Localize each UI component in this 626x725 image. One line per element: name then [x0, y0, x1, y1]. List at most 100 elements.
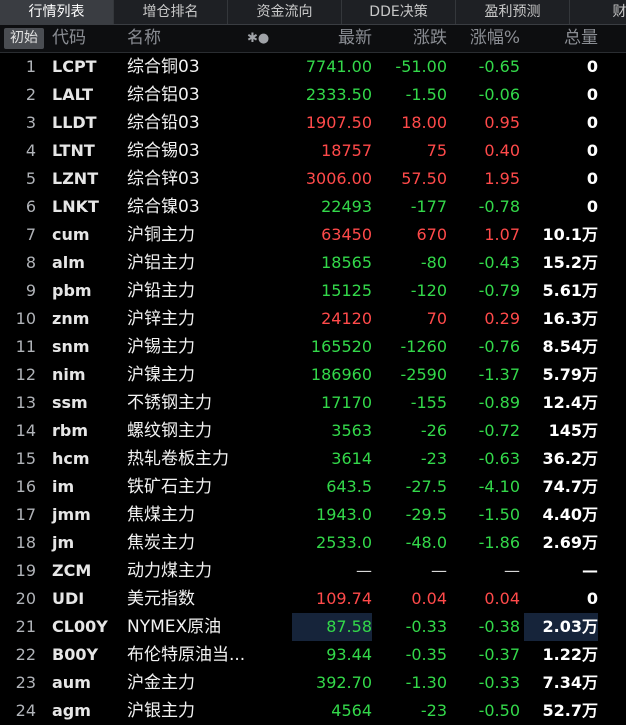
row-change: -27.5: [405, 477, 447, 496]
row-change: -80: [420, 253, 447, 272]
table-row[interactable]: 21 CL00Y NYMEX原油 87.58 -0.33 -0.38 2.03万: [0, 613, 626, 641]
table-row[interactable]: 15 hcm 热轧卷板主力 3614 -23 -0.63 36.2万: [0, 445, 626, 473]
row-volume: —: [582, 561, 598, 580]
row-pct: -0.76: [478, 337, 520, 356]
row-volume: 0: [586, 57, 598, 76]
row-number: 16: [15, 477, 36, 496]
table-row[interactable]: 10 znm 沪锌主力 24120 70 0.29 16.3万: [0, 305, 626, 333]
row-name: 美元指数: [127, 589, 195, 609]
table-row[interactable]: 24 agm 沪银主力 4564 -23 -0.50 52.7万: [0, 697, 626, 725]
table-row[interactable]: 19 ZCM 动力煤主力 — — — —: [0, 557, 626, 585]
row-pct: -0.50: [478, 701, 520, 720]
tab-quote-list[interactable]: 行情列表: [0, 0, 114, 24]
row-pct: -0.43: [478, 253, 520, 272]
table-row[interactable]: 23 aum 沪金主力 392.70 -1.30 -0.33 7.34万: [0, 669, 626, 697]
row-name: 沪镍主力: [127, 365, 195, 385]
row-change: -1.50: [405, 85, 447, 104]
row-number: 14: [15, 421, 36, 440]
col-volume[interactable]: 总量: [524, 25, 598, 52]
row-pct: -0.72: [478, 421, 520, 440]
col-code[interactable]: 代码: [52, 25, 86, 52]
col-pct[interactable]: 涨幅%: [455, 25, 520, 52]
row-code: ssm: [52, 393, 88, 412]
row-pct: 0.40: [484, 141, 520, 160]
table-row[interactable]: 8 alm 沪铝主力 18565 -80 -0.43 15.2万: [0, 249, 626, 277]
row-number: 5: [25, 169, 36, 188]
row-pct: -0.06: [478, 85, 520, 104]
row-code: UDI: [52, 589, 85, 608]
table-row[interactable]: 17 jmm 焦煤主力 1943.0 -29.5 -1.50 4.40万: [0, 501, 626, 529]
table-row[interactable]: 12 nim 沪镍主力 186960 -2590 -1.37 5.79万: [0, 361, 626, 389]
row-pct: -0.37: [478, 645, 520, 664]
table-row[interactable]: 7 cum 沪铜主力 63450 670 1.07 10.1万: [0, 221, 626, 249]
row-price: 3614: [331, 449, 372, 468]
settings-icon[interactable]: ✱●: [247, 25, 269, 52]
table-row[interactable]: 14 rbm 螺纹钢主力 3563 -26 -0.72 145万: [0, 417, 626, 445]
row-number: 2: [25, 85, 36, 104]
row-pct: -1.86: [478, 533, 520, 552]
row-price: 18757: [321, 141, 372, 160]
row-price: 2333.50: [305, 85, 372, 104]
tab-profit-forecast[interactable]: 盈利预测: [456, 0, 570, 24]
row-name: 沪金主力: [127, 673, 195, 693]
row-volume: 1.22万: [542, 645, 598, 664]
table-row[interactable]: 13 ssm 不锈钢主力 17170 -155 -0.89 12.4万: [0, 389, 626, 417]
tab-dde[interactable]: DDE决策: [342, 0, 456, 24]
row-change: -2590: [400, 365, 448, 384]
row-price: 165520: [310, 337, 372, 356]
row-volume: 7.34万: [542, 673, 598, 692]
row-volume: 12.4万: [542, 393, 598, 412]
table-row[interactable]: 2 LALT 综合铝03 2333.50 -1.50 -0.06 0: [0, 81, 626, 109]
row-number: 23: [15, 673, 36, 692]
table-row[interactable]: 11 snm 沪锡主力 165520 -1260 -0.76 8.54万: [0, 333, 626, 361]
table-row[interactable]: 6 LNKT 综合镍03 22493 -177 -0.78 0: [0, 193, 626, 221]
table-row[interactable]: 1 LCPT 综合铜03 7741.00 -51.00 -0.65 0: [0, 53, 626, 81]
col-change[interactable]: 涨跌: [380, 25, 447, 52]
row-number: 19: [15, 561, 36, 580]
tab-bar: 行情列表 增仓排名 资金流向 DDE决策 盈利预测 财务: [0, 0, 626, 25]
row-volume: 0: [586, 141, 598, 160]
row-number: 4: [25, 141, 36, 160]
table-row[interactable]: 22 B00Y 布伦特原油当... 93.44 -0.35 -0.37 1.22万: [0, 641, 626, 669]
tab-fund-flow[interactable]: 资金流向: [228, 0, 342, 24]
tab-finance[interactable]: 财务: [570, 0, 626, 24]
tab-position-ranking[interactable]: 增仓排名: [114, 0, 228, 24]
row-volume: 5.79万: [542, 365, 598, 384]
col-price[interactable]: 最新: [292, 25, 372, 52]
table-row[interactable]: 5 LZNT 综合锌03 3006.00 57.50 1.95 0: [0, 165, 626, 193]
row-volume: 52.7万: [542, 701, 598, 720]
row-price: 7741.00: [305, 57, 372, 76]
row-number: 13: [15, 393, 36, 412]
table-row[interactable]: 18 jm 焦炭主力 2533.0 -48.0 -1.86 2.69万: [0, 529, 626, 557]
row-volume: 2.03万: [524, 613, 598, 641]
row-code: LZNT: [52, 169, 99, 188]
row-pct: -0.89: [478, 393, 520, 412]
row-change: 57.50: [401, 169, 447, 188]
table-row[interactable]: 9 pbm 沪铅主力 15125 -120 -0.79 5.61万: [0, 277, 626, 305]
row-pct: -0.38: [478, 617, 520, 636]
row-code: hcm: [52, 449, 90, 468]
row-pct: 1.95: [484, 169, 520, 188]
row-number: 15: [15, 449, 36, 468]
init-button[interactable]: 初始: [4, 28, 44, 49]
row-code: ZCM: [52, 561, 92, 580]
table-row[interactable]: 16 im 铁矿石主力 643.5 -27.5 -4.10 74.7万: [0, 473, 626, 501]
row-volume: 36.2万: [542, 449, 598, 468]
row-change: -0.35: [405, 645, 447, 664]
row-price: 3006.00: [305, 169, 372, 188]
col-name[interactable]: 名称: [127, 25, 161, 52]
row-volume: 5.61万: [542, 281, 598, 300]
row-code: LNKT: [52, 197, 99, 216]
table-row[interactable]: 4 LTNT 综合锡03 18757 75 0.40 0: [0, 137, 626, 165]
row-volume: 10.1万: [542, 225, 598, 244]
row-pct: -1.50: [478, 505, 520, 524]
row-number: 24: [15, 701, 36, 720]
table-row[interactable]: 20 UDI 美元指数 109.74 0.04 0.04 0: [0, 585, 626, 613]
row-change: -155: [410, 393, 447, 412]
table-row[interactable]: 3 LLDT 综合铅03 1907.50 18.00 0.95 0: [0, 109, 626, 137]
row-change: -1260: [400, 337, 448, 356]
row-code: im: [52, 477, 75, 496]
row-volume: 0: [586, 113, 598, 132]
row-change: -23: [420, 449, 447, 468]
row-change: -0.33: [405, 617, 447, 636]
